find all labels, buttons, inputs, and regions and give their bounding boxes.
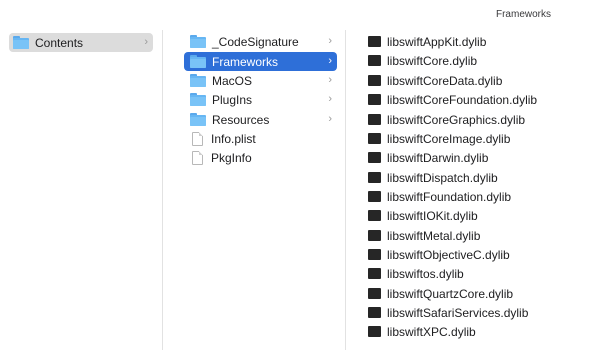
column3-item[interactable]: libswiftObjectiveC.dylib bbox=[368, 245, 598, 264]
column2-item-frameworks[interactable]: Frameworks › bbox=[184, 52, 337, 71]
column3-item[interactable]: libswiftFoundation.dylib bbox=[368, 187, 598, 206]
item-label: libswiftQuartzCore.dylib bbox=[387, 286, 514, 301]
column2-item-plugins[interactable]: PlugIns › bbox=[184, 90, 337, 109]
column3-item[interactable]: libswiftCoreFoundation.dylib bbox=[368, 90, 598, 109]
executable-icon bbox=[368, 249, 381, 260]
column3-item[interactable]: libswiftos.dylib bbox=[368, 264, 598, 283]
column2-item-info-plist[interactable]: Info.plist bbox=[184, 129, 337, 148]
executable-icon bbox=[368, 230, 381, 241]
item-label: libswiftCoreGraphics.dylib bbox=[387, 112, 526, 127]
chevron-right-icon: › bbox=[328, 113, 332, 125]
column1-item-contents[interactable]: Contents › bbox=[9, 33, 153, 52]
column3-item[interactable]: libswiftSafariServices.dylib bbox=[368, 303, 598, 322]
executable-icon bbox=[368, 152, 381, 163]
column3-item[interactable]: libswiftDarwin.dylib bbox=[368, 148, 598, 167]
folder-icon bbox=[13, 36, 29, 49]
column-3[interactable]: libswiftAppKit.dylib libswiftCore.dylib … bbox=[346, 30, 604, 350]
item-label: libswiftAppKit.dylib bbox=[387, 34, 487, 49]
item-label: libswiftCore.dylib bbox=[387, 53, 478, 68]
item-label: libswiftFoundation.dylib bbox=[387, 189, 512, 204]
column2-item-pkginfo[interactable]: PkgInfo bbox=[184, 148, 337, 167]
item-label: MacOS bbox=[212, 73, 253, 88]
chevron-right-icon: › bbox=[144, 36, 148, 48]
item-label: Info.plist bbox=[211, 131, 256, 146]
executable-icon bbox=[368, 75, 381, 86]
column3-item[interactable]: libswiftAppKit.dylib bbox=[368, 32, 598, 51]
item-label: _CodeSignature bbox=[212, 34, 299, 49]
item-label: libswiftSafariServices.dylib bbox=[387, 305, 529, 320]
executable-icon bbox=[368, 307, 381, 318]
column3-item[interactable]: libswiftIOKit.dylib bbox=[368, 206, 598, 225]
window-title: Frameworks bbox=[495, 9, 551, 20]
item-label: libswiftXPC.dylib bbox=[387, 324, 476, 339]
executable-icon bbox=[368, 114, 381, 125]
executable-icon bbox=[368, 191, 381, 202]
column-2[interactable]: _CodeSignature › Frameworks › MacOS › Pl… bbox=[163, 30, 345, 350]
item-label: Contents bbox=[35, 35, 84, 50]
executable-icon bbox=[368, 288, 381, 299]
chevron-right-icon: › bbox=[328, 35, 332, 47]
column2-item-codesignature[interactable]: _CodeSignature › bbox=[184, 32, 337, 51]
executable-icon bbox=[368, 133, 381, 144]
item-label: libswiftMetal.dylib bbox=[387, 228, 481, 243]
column3-item[interactable]: libswiftXPC.dylib bbox=[368, 322, 598, 341]
chevron-right-icon: › bbox=[328, 55, 332, 67]
item-label: Frameworks bbox=[212, 54, 279, 69]
column3-item[interactable]: libswiftCoreGraphics.dylib bbox=[368, 110, 598, 129]
item-label: libswiftCoreData.dylib bbox=[387, 73, 503, 88]
executable-icon bbox=[368, 172, 381, 183]
item-label: Resources bbox=[212, 112, 270, 127]
item-label: libswiftos.dylib bbox=[387, 266, 464, 281]
executable-icon bbox=[368, 94, 381, 105]
executable-icon bbox=[368, 268, 381, 279]
column3-item[interactable]: libswiftCore.dylib bbox=[368, 51, 598, 70]
chevron-right-icon: › bbox=[328, 93, 332, 105]
item-label: libswiftCoreImage.dylib bbox=[387, 131, 511, 146]
column3-item[interactable]: libswiftDispatch.dylib bbox=[368, 168, 598, 187]
folder-icon bbox=[190, 35, 206, 48]
item-label: libswiftCoreFoundation.dylib bbox=[387, 92, 538, 107]
item-label: libswiftObjectiveC.dylib bbox=[387, 247, 510, 262]
column-1[interactable]: Contents › bbox=[0, 30, 162, 350]
column-browser: Contents › _CodeSignature › Frameworks ›… bbox=[0, 30, 604, 350]
folder-icon bbox=[190, 55, 206, 68]
column3-item[interactable]: libswiftCoreData.dylib bbox=[368, 71, 598, 90]
chevron-right-icon: › bbox=[328, 74, 332, 86]
item-label: libswiftIOKit.dylib bbox=[387, 208, 478, 223]
folder-icon bbox=[190, 93, 206, 106]
item-label: PlugIns bbox=[212, 92, 253, 107]
column2-item-macos[interactable]: MacOS › bbox=[184, 71, 337, 90]
document-icon bbox=[192, 131, 203, 146]
executable-icon bbox=[368, 36, 381, 47]
folder-icon bbox=[190, 74, 206, 87]
column3-item[interactable]: libswiftCoreImage.dylib bbox=[368, 129, 598, 148]
column2-item-resources[interactable]: Resources › bbox=[184, 110, 337, 129]
executable-icon bbox=[368, 326, 381, 337]
executable-icon bbox=[368, 55, 381, 66]
document-icon bbox=[192, 150, 203, 165]
item-label: libswiftDarwin.dylib bbox=[387, 150, 489, 165]
item-label: libswiftDispatch.dylib bbox=[387, 170, 498, 185]
column3-item[interactable]: libswiftMetal.dylib bbox=[368, 226, 598, 245]
executable-icon bbox=[368, 210, 381, 221]
column3-item[interactable]: libswiftQuartzCore.dylib bbox=[368, 284, 598, 303]
item-label: PkgInfo bbox=[211, 150, 252, 165]
window-titlebar: Frameworks bbox=[0, 0, 604, 30]
folder-icon bbox=[190, 113, 206, 126]
